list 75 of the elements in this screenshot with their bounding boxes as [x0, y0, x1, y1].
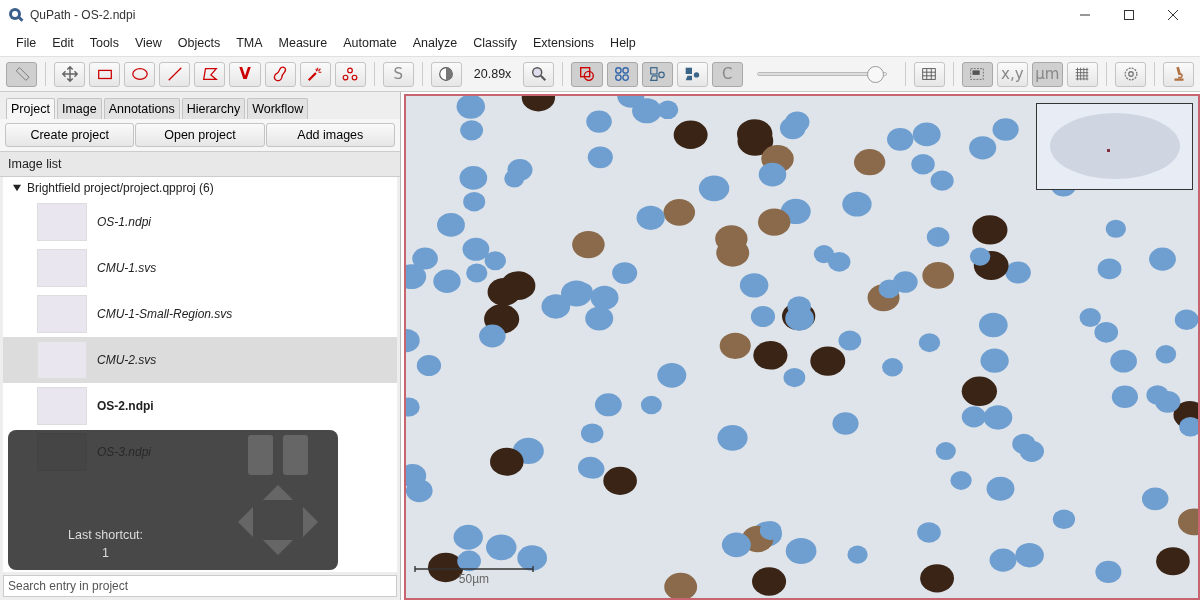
app-logo-icon [8, 7, 24, 23]
menu-item[interactable]: Help [602, 36, 644, 50]
close-icon[interactable] [1168, 10, 1178, 20]
window-title: QuPath - OS-2.ndpi [30, 8, 137, 22]
panel-tab[interactable]: Project [6, 98, 55, 119]
project-button[interactable]: Create project [5, 123, 135, 147]
overview-button[interactable] [961, 61, 993, 87]
annotations-button[interactable] [571, 61, 603, 87]
scale-bar-label: 50µm [458, 572, 490, 586]
image-list-item[interactable]: OS-1.ndpi [3, 199, 397, 245]
thumbnail-placeholder [37, 203, 87, 241]
menu-item[interactable]: Automate [335, 36, 405, 50]
search-field[interactable]: Search entry in project [3, 575, 397, 597]
menu-item[interactable]: Objects [169, 36, 229, 50]
thumbnail-placeholder [37, 249, 87, 287]
project-button[interactable]: Add images [265, 123, 395, 147]
move-arrows-icon [60, 65, 79, 83]
tma-button[interactable] [606, 61, 638, 87]
ellipse-button[interactable] [124, 61, 156, 87]
menu-item[interactable]: View [126, 36, 170, 50]
table-icon [920, 65, 939, 83]
points-button[interactable] [334, 61, 366, 87]
panel-tab[interactable]: Annotations [103, 98, 180, 119]
points-icon [341, 65, 360, 83]
ellipse-icon [130, 65, 149, 83]
menu-item[interactable]: Tools [81, 36, 127, 50]
move-button[interactable] [54, 61, 86, 87]
menu-item[interactable]: Measure [270, 36, 336, 50]
image-list-item[interactable]: OS-2.ndpi [3, 383, 397, 429]
microscope-button[interactable] [1163, 61, 1195, 87]
fill-button[interactable] [676, 61, 708, 87]
brush-button[interactable] [264, 61, 296, 87]
list-header: Image list [0, 151, 400, 177]
overlay-key: 1 [102, 546, 109, 560]
polygon-icon [200, 65, 219, 83]
rectangle-button[interactable] [89, 61, 121, 87]
thumbnail-placeholder [37, 387, 87, 425]
project-name[interactable]: Brightfield project/project.qpproj (6) [27, 181, 214, 195]
contrast-icon [437, 65, 456, 83]
image-list-item[interactable]: CMU-1.svs [3, 245, 397, 291]
line-button[interactable] [159, 61, 191, 87]
text-tool-button[interactable]: V [229, 61, 261, 87]
overview-thumbnail[interactable] [1036, 103, 1193, 190]
magnifier-button[interactable] [523, 61, 555, 87]
settings-button[interactable] [1114, 61, 1147, 87]
menu-item[interactable]: Edit [44, 36, 82, 50]
wand-button[interactable] [299, 61, 331, 87]
menu-item[interactable]: Analyze [404, 36, 466, 50]
table-button[interactable] [913, 61, 945, 87]
opacity-slider[interactable] [756, 65, 887, 83]
panel-tab[interactable]: Hierarchy [181, 98, 246, 119]
menu-item[interactable]: File [8, 36, 45, 50]
project-button[interactable]: Open project [135, 123, 265, 147]
image-list-item[interactable]: CMU-2.svs [3, 337, 397, 383]
grid-button[interactable] [1066, 61, 1098, 87]
overview-icon [968, 65, 987, 83]
menu-item[interactable]: Extensions [524, 36, 603, 50]
circles-grid-icon [613, 65, 632, 83]
zoom-level: 20.89x [472, 67, 513, 81]
overlay-label: Last shortcut: [68, 528, 144, 542]
square-circle-icon [577, 65, 596, 83]
zoom-icon [529, 65, 548, 83]
polygon-button[interactable] [194, 61, 226, 87]
shapes-outline-icon [648, 65, 667, 83]
thumbnail-placeholder [37, 295, 87, 333]
menu-item[interactable]: TMA [228, 36, 271, 50]
shapes-filled-icon [683, 65, 702, 83]
contrast-button[interactable] [430, 61, 462, 87]
panel-tab[interactable]: Workflow [247, 98, 309, 119]
expand-triangle-icon[interactable] [13, 184, 21, 192]
image-list-item[interactable]: CMU-1-Small-Region.svs [3, 291, 397, 337]
panel-tab[interactable]: Image [56, 98, 102, 119]
maximize-icon[interactable] [1124, 10, 1134, 20]
menu-item[interactable]: Classify [465, 36, 525, 50]
detections-button[interactable] [641, 61, 673, 87]
